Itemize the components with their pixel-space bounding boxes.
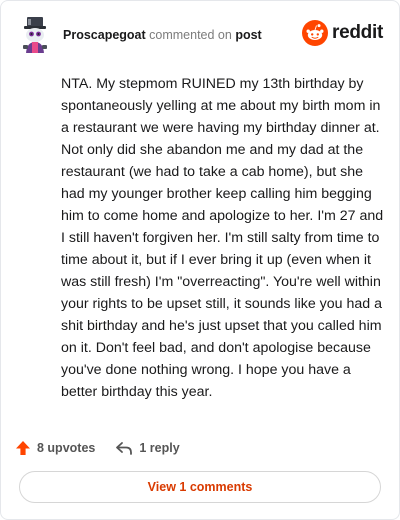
comment-card: Proscapegoat commented on post reddit NT…	[0, 0, 400, 520]
upvote-count: 8 upvotes	[37, 441, 96, 455]
comment-byline: Proscapegoat commented on post	[63, 27, 262, 43]
action-text: commented on	[149, 28, 232, 42]
view-comments-button[interactable]: View 1 comments	[19, 471, 381, 503]
user-avatar[interactable]	[15, 15, 55, 55]
post-link[interactable]: post	[235, 28, 261, 42]
reddit-brand[interactable]: reddit	[302, 19, 383, 47]
reddit-logo-icon	[302, 20, 329, 46]
reply-button[interactable]: 1 reply	[115, 440, 180, 456]
upvote-button[interactable]: 8 upvotes	[15, 440, 95, 456]
snoo-avatar-icon	[23, 17, 47, 53]
comment-actions: 8 upvotes 1 reply	[15, 437, 180, 459]
comment-header: Proscapegoat commented on post reddit	[15, 15, 385, 55]
upvote-arrow-icon	[16, 441, 30, 455]
reply-count: 1 reply	[139, 441, 180, 455]
reply-arrow-icon	[116, 442, 133, 455]
brand-wordmark: reddit	[332, 22, 383, 43]
username-link[interactable]: Proscapegoat	[63, 28, 146, 42]
comment-body: NTA. My stepmom RUINED my 13th birthday …	[61, 76, 384, 400]
